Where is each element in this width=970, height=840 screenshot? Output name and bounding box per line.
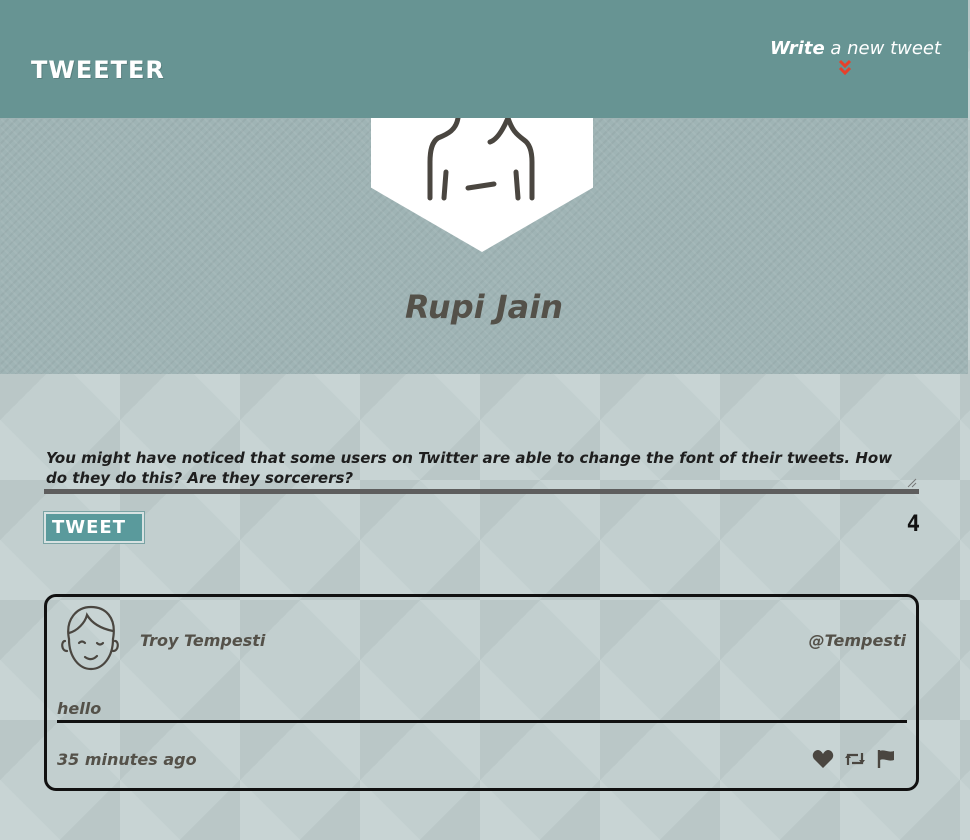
tweet-card: Troy Tempesti @Tempesti hello 35 minutes… — [44, 594, 919, 791]
brand-logo[interactable]: TWEETER — [31, 56, 165, 84]
tweet-timestamp: 35 minutes ago — [57, 750, 197, 769]
character-counter: 4 — [906, 512, 920, 537]
heart-icon[interactable] — [812, 749, 834, 769]
resize-grip-icon[interactable] — [907, 478, 917, 488]
person-back-icon — [427, 118, 535, 201]
write-new-tweet-toggle[interactable]: Write a new tweet — [770, 38, 942, 75]
navbar: TWEETER Write a new tweet — [0, 0, 968, 118]
tweet-author-handle[interactable]: @Tempesti — [809, 631, 906, 650]
tweet-text: hello — [57, 699, 907, 723]
retweet-icon[interactable] — [844, 749, 866, 769]
tweet-compose-input[interactable] — [44, 448, 919, 494]
boy-face-icon — [61, 605, 119, 671]
compose-toggle-label: Write a new tweet — [770, 38, 942, 59]
tweet-button[interactable]: TWEET — [44, 512, 144, 543]
profile-name: Rupi Jain — [405, 288, 563, 326]
profile-avatar — [371, 118, 593, 252]
profile-header: Rupi Jain — [0, 118, 968, 374]
double-chevron-down-icon — [838, 59, 852, 75]
tweet-actions — [812, 749, 898, 769]
tweet-author-name[interactable]: Troy Tempesti — [140, 631, 265, 650]
flag-icon[interactable] — [876, 749, 898, 769]
